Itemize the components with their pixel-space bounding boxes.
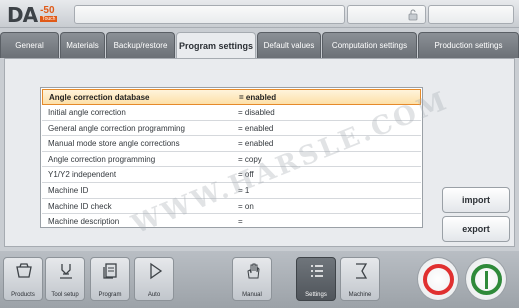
tab-backup-restore[interactable]: Backup/restore (106, 32, 175, 58)
products-icon (16, 263, 32, 278)
start-bar (485, 271, 488, 289)
nav-manual[interactable]: Manual (232, 257, 272, 301)
setting-name: Machine description (48, 217, 120, 227)
info-field (428, 5, 514, 24)
import-button[interactable]: import (442, 187, 510, 213)
tool-setup-icon (60, 264, 72, 279)
nav-label: Machine (348, 292, 372, 298)
tab-general[interactable]: General (0, 32, 59, 58)
settings-row[interactable]: Angle correction programming = copy (42, 152, 421, 168)
settings-row[interactable]: Machine description = (42, 214, 421, 230)
logo-sub: Touch (40, 16, 58, 22)
stop-button[interactable] (417, 257, 459, 301)
nav-settings[interactable]: Settings (296, 257, 336, 301)
setting-value: = (238, 217, 243, 227)
setting-name: Y1/Y2 independent (48, 170, 117, 180)
tab-materials[interactable]: Materials (60, 32, 105, 58)
start-button[interactable] (465, 257, 507, 301)
nav-machine[interactable]: Machine (340, 257, 380, 301)
setting-value: = enabled (239, 93, 277, 102)
nav-label: Products (11, 292, 35, 298)
nav-tool-setup[interactable]: Tool setup (45, 257, 85, 301)
setting-value: = 1 (238, 186, 250, 195)
nav-label: Program (98, 292, 122, 298)
settings-tabs: General Materials Backup/restore Program… (0, 32, 519, 59)
tab-program-settings[interactable]: Program settings (176, 32, 256, 59)
nav-label: Settings (305, 292, 327, 298)
setting-value: = on (238, 201, 254, 211)
bottom-nav-bar: Products Tool setup Program Auto Manual (0, 251, 519, 308)
logo-text: DA (7, 3, 38, 27)
nav-label: Manual (242, 292, 262, 298)
nav-label: Tool setup (51, 292, 79, 298)
setting-name: Manual mode store angle corrections (48, 139, 180, 149)
settings-row[interactable]: General angle correction programming = e… (42, 121, 421, 137)
logo: DA -50 Touch (7, 3, 58, 27)
setting-name: General angle correction programming (48, 123, 185, 133)
setting-name: Initial angle correction (48, 108, 126, 117)
settings-row[interactable]: Y1/Y2 independent = off (42, 167, 421, 183)
auto-play-icon (150, 262, 163, 280)
top-bar: DA -50 Touch (0, 0, 519, 28)
setting-value: = disabled (238, 108, 275, 117)
setting-value: = enabled (238, 123, 274, 133)
settings-table: Angle correction database = enabled Init… (40, 86, 453, 240)
export-button[interactable]: export (442, 216, 510, 242)
nav-auto[interactable]: Auto (134, 257, 174, 301)
settings-row[interactable]: Initial angle correction = disabled (42, 105, 421, 121)
tab-default-values[interactable]: Default values (257, 32, 321, 58)
logo-badge: -50 Touch (40, 5, 58, 22)
settings-row[interactable]: Machine ID check = on (42, 199, 421, 215)
nav-products[interactable]: Products (3, 257, 43, 301)
nav-program[interactable]: Program (90, 257, 130, 301)
status-field (347, 5, 426, 24)
setting-value: = copy (238, 154, 262, 164)
tab-computation-settings[interactable]: Computation settings (322, 32, 417, 58)
program-icon (103, 263, 117, 279)
settings-row[interactable]: Manual mode store angle corrections = en… (42, 136, 421, 152)
settings-row[interactable]: Machine ID = 1 (42, 183, 421, 199)
settings-list-icon (311, 265, 323, 277)
setting-name: Machine ID check (48, 201, 112, 211)
stop-icon (423, 264, 454, 295)
program-settings-panel: Angle correction database = enabled Init… (4, 58, 515, 247)
nav-label: Auto (147, 292, 161, 298)
tab-production-settings[interactable]: Production settings (418, 32, 519, 58)
program-title-field (74, 5, 345, 24)
logo-model: -50 (40, 5, 55, 16)
setting-name: Angle correction database (49, 93, 150, 102)
settings-row[interactable]: Angle correction database = enabled (42, 89, 421, 105)
manual-hand-icon (247, 263, 260, 279)
setting-name: Angle correction programming (48, 154, 156, 164)
setting-name: Machine ID (48, 186, 89, 195)
setting-value: = off (238, 170, 254, 180)
lock-icon (408, 9, 418, 21)
setting-value: = enabled (238, 139, 274, 149)
machine-icon (356, 263, 368, 279)
